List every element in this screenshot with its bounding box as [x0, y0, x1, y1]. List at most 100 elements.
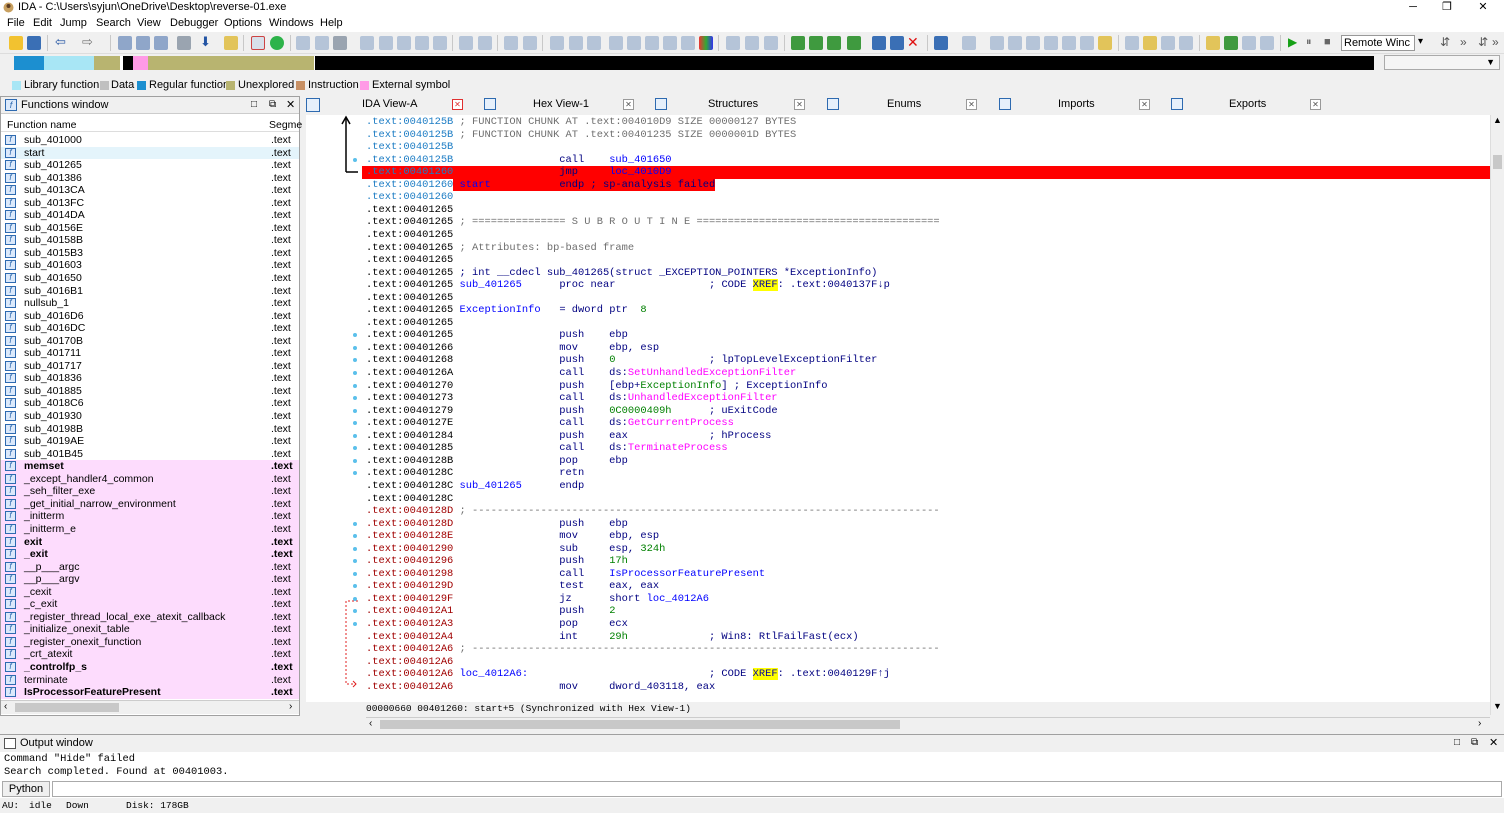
menu-search[interactable]: Search — [96, 17, 131, 29]
restore-icon[interactable]: □ — [1454, 737, 1460, 748]
chart-icon[interactable] — [681, 36, 695, 50]
disasm-line[interactable]: .text:0040128E mov ebp, esp — [366, 530, 659, 543]
breakpoint-marker[interactable] — [353, 571, 357, 576]
function-row[interactable]: f sub_4016DC .text — [1, 322, 299, 335]
function-row[interactable]: f terminate .text — [1, 673, 299, 687]
settings-icon[interactable] — [333, 36, 347, 50]
tab-hex-view-1[interactable]: Hex View-1 — [533, 96, 589, 114]
function-row[interactable]: f __p___argc .text — [1, 560, 299, 574]
function-row[interactable]: f _initterm .text — [1, 510, 299, 523]
xref-graph-icon[interactable] — [1026, 36, 1040, 50]
disasm-line[interactable]: .text:00401273 call ds:UnhandledExceptio… — [366, 392, 778, 405]
jump-down-icon[interactable]: ⬇ — [200, 35, 214, 50]
disasm-line[interactable]: .text:0040127E call ds:GetCurrentProcess — [366, 417, 734, 430]
function-row[interactable]: f nullsub_1 .text — [1, 297, 299, 310]
tab-imports[interactable]: Imports — [1058, 96, 1095, 114]
function-row[interactable]: f sub_4016D6 .text — [1, 310, 299, 323]
xref-highlight[interactable]: XREF — [752, 279, 778, 292]
function-row[interactable]: f sub_4016B1 .text — [1, 285, 299, 298]
python-language-button[interactable]: Python — [2, 781, 50, 797]
signature-icon[interactable] — [1179, 36, 1193, 50]
scroll-up-icon[interactable]: ▲ — [1493, 115, 1502, 125]
scroll-down-icon[interactable]: ▼ — [1493, 701, 1502, 711]
scroll-right-icon[interactable]: › — [1478, 718, 1481, 729]
function-row[interactable]: f _crt_atexit .text — [1, 648, 299, 661]
float-icon[interactable]: ⧉ — [269, 99, 276, 110]
disasm-token[interactable]: sub_401265 — [453, 279, 559, 291]
menu-file[interactable]: File — [7, 17, 25, 29]
forward-arrow-icon[interactable]: ⇨ — [82, 35, 96, 50]
function-row[interactable]: f start .text — [1, 146, 299, 160]
step-into-icon[interactable]: ⇵ — [1440, 36, 1454, 50]
disassembly-vertical-scrollbar[interactable]: ▲ ▼ — [1490, 115, 1504, 715]
disasm-line[interactable]: .text:0040128C retn — [366, 467, 584, 480]
breakpoint-marker[interactable] — [353, 622, 357, 626]
segments-icon[interactable] — [569, 36, 583, 50]
column-segment[interactable]: Segme — [269, 119, 302, 131]
function-row[interactable]: f sub_401930 .text — [1, 410, 299, 423]
function-row[interactable]: f _except_handler4_common .text — [1, 472, 299, 486]
disasm-line[interactable]: .text:0040126A call ds:SetUnhandledExcep… — [366, 367, 796, 380]
flow-chart-icon[interactable] — [1008, 36, 1022, 50]
window-config-icon[interactable] — [962, 36, 976, 50]
disasm-line[interactable]: .text:00401266 mov ebp, esp — [366, 342, 659, 355]
xref-icon[interactable] — [726, 36, 740, 50]
struct-icon[interactable] — [360, 36, 374, 50]
disassembly-view[interactable]: .text:0040125B ; FUNCTION CHUNK AT .text… — [362, 115, 1490, 702]
menu-windows[interactable]: Windows — [269, 17, 314, 29]
strings-window-icon[interactable] — [1242, 36, 1256, 50]
disasm-token[interactable]: loc_4012A6 — [647, 593, 709, 605]
scroll-left-icon[interactable]: ‹ — [369, 718, 372, 729]
disasm-token[interactable]: GetCurrentProcess — [628, 417, 734, 429]
plugin-icon[interactable] — [1161, 36, 1175, 50]
graph-view-icon[interactable] — [270, 36, 284, 50]
function-row[interactable]: f _controlfp_s .text — [1, 660, 299, 674]
tab-ida-view-a[interactable]: IDA View-A — [362, 96, 417, 114]
overflow2-icon[interactable]: » — [1492, 36, 1504, 50]
disassembly-horizontal-scrollbar[interactable]: ‹ › — [366, 717, 1490, 731]
menu-jump[interactable]: Jump — [60, 17, 87, 29]
disasm-line[interactable]: .text:00401296 push 17h — [366, 555, 628, 568]
comment-icon[interactable] — [1206, 36, 1220, 50]
disasm-token[interactable]: IsProcessorFeaturePresent — [609, 568, 765, 580]
disasm-token[interactable]: sub_401265 — [453, 480, 559, 492]
add-trace-icon[interactable] — [827, 36, 841, 50]
tab-enums[interactable]: Enums — [887, 96, 921, 114]
debugger-select[interactable]: Remote Winc — [1341, 35, 1415, 51]
add-watch-icon[interactable] — [809, 36, 823, 50]
breakpoint-marker[interactable] — [353, 458, 357, 463]
function-row[interactable]: f _initterm_e .text — [1, 522, 299, 536]
xref-to-icon[interactable] — [1044, 36, 1058, 50]
tab-close-icon[interactable]: ✕ — [1310, 99, 1321, 110]
disasm-line[interactable]: .text:004012A6 ; -----------------------… — [366, 643, 940, 656]
scroll-thumb[interactable] — [380, 720, 900, 729]
patch-icon[interactable] — [478, 36, 492, 50]
function-row[interactable]: f sub_401836 .text — [1, 372, 299, 385]
function-row[interactable]: f _exit .text — [1, 548, 299, 561]
function-row[interactable]: f sub_401717 .text — [1, 360, 299, 373]
menu-help[interactable]: Help — [320, 17, 343, 29]
disasm-line[interactable]: .text:004012A4 int 29h ; Win8: RtlFailFa… — [366, 631, 859, 644]
disasm-token[interactable]: UnhandledExceptionFilter — [628, 392, 778, 404]
disasm-token[interactable]: loc_4012A6: — [453, 668, 529, 680]
open-icon[interactable] — [9, 36, 23, 50]
function-row[interactable]: f sub_401B45 .text — [1, 448, 299, 461]
restore-icon[interactable]: □ — [251, 99, 257, 110]
function-row[interactable]: f sub_401711 .text — [1, 347, 299, 360]
disasm-token[interactable]: sub_401650 — [609, 154, 671, 166]
list-icon[interactable] — [550, 36, 564, 50]
layout-icon[interactable] — [645, 36, 659, 50]
script-icon[interactable] — [1125, 36, 1139, 50]
maximize-button[interactable]: ❐ — [1432, 0, 1462, 14]
function-row[interactable]: f sub_4014DA .text — [1, 209, 299, 222]
disasm-line[interactable]: .text:00401265 — [366, 229, 453, 242]
disasm-line[interactable]: .text:00401260 jmp loc_4010D9 — [366, 166, 672, 179]
function-row[interactable]: f sub_401650 .text — [1, 272, 299, 285]
tree-icon[interactable] — [587, 36, 601, 50]
minimize-button[interactable]: ─ — [1398, 0, 1428, 14]
breakpoint-marker[interactable] — [353, 596, 357, 601]
notes-icon[interactable] — [1098, 36, 1112, 50]
function-row[interactable]: f sub_4015B3 .text — [1, 247, 299, 260]
function-row[interactable]: f sub_40170B .text — [1, 335, 299, 348]
color-icon[interactable] — [699, 36, 713, 50]
